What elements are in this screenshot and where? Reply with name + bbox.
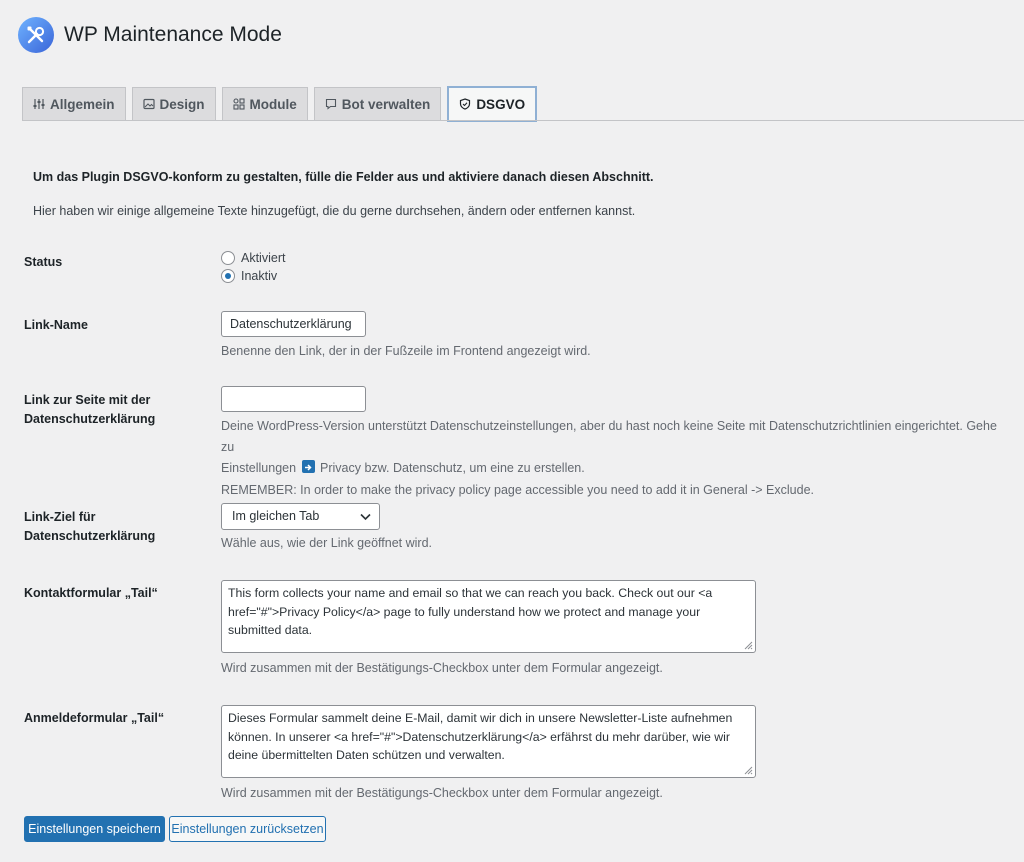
resize-handle-icon[interactable] [743,765,753,775]
save-settings-button[interactable]: Einstellungen speichern [24,816,165,842]
radio-inaktiv[interactable] [221,269,235,283]
radio-label: Inaktiv [241,269,278,283]
tools-icon [27,26,45,44]
tab-allgemein[interactable]: Allgemein [22,87,126,121]
link-page-label: Link zur Seite mit der Datenschutzerklär… [24,391,155,429]
link-page-description: Deine WordPress-Version unterstützt Date… [221,416,1011,501]
link-name-label: Link-Name [24,318,88,332]
link-target-label: Link-Ziel für Datenschutzerklärung [24,508,155,546]
modules-icon [232,98,245,110]
tab-bot-verwalten[interactable]: Bot verwalten [313,87,442,121]
textarea-line: This form collects your name and email s… [228,586,713,600]
signup-tail-description: Wird zusammen mit der Bestätigungs-Check… [221,786,663,800]
status-option-inaktiv[interactable]: Inaktiv [221,269,277,283]
status-label: Status [24,255,63,269]
label-line: Datenschutzerklärung [24,529,156,543]
arrow-right-icon [301,460,315,473]
label-line: Datenschutzerklärung [24,412,156,426]
contact-tail-description: Wird zusammen mit der Bestätigungs-Check… [221,661,663,675]
page-title: WP Maintenance Mode [64,23,282,46]
remember-note: REMEMBER: In order to make the privacy p… [221,483,815,497]
intro-text: Hier haben wir einige allgemeine Texte h… [33,204,636,218]
logo [18,17,54,53]
settings-link-text[interactable]: Einstellungen [221,461,296,475]
link-name-description: Benenne den Link, der in der Fußzeile im… [221,344,591,358]
signup-tail-label: Anmeldeformular „Tail“ [24,711,165,725]
link-page-input[interactable] [221,386,366,412]
resize-handle-icon[interactable] [743,640,753,650]
label-line: Link-Ziel für [24,510,96,524]
reset-settings-button[interactable]: Einstellungen zurücksetzen [169,816,326,842]
link-name-input[interactable]: Datenschutzerklärung [221,311,366,337]
contact-tail-label: Kontaktformular „Tail“ [24,586,158,600]
app-header: WP Maintenance Mode [18,16,282,54]
tab-divider [22,120,1024,121]
chevron-down-icon [360,513,371,521]
intro-heading: Um das Plugin DSGVO-konform zu gestalten… [33,170,654,184]
select-value: Im gleichen Tab [232,509,320,523]
desc-line: Deine WordPress-Version unterstützt Date… [221,419,997,454]
radio-label: Aktiviert [241,251,286,265]
tab-label: Module [249,96,297,112]
tab-label: Allgemein [50,96,115,112]
label-line: Link zur Seite mit der [24,393,151,407]
tab-label: DSGVO [476,96,526,112]
tab-design[interactable]: Design [131,87,216,121]
link-target-description: Wähle aus, wie der Link geöffnet wird. [221,536,432,550]
link-target-select[interactable]: Im gleichen Tab [221,503,380,530]
signup-tail-textarea[interactable]: Dieses Formular sammelt deine E-Mail, da… [221,705,756,778]
radio-aktiviert[interactable] [221,251,235,265]
sliders-icon [33,99,45,109]
tab-module[interactable]: Module [221,87,308,121]
textarea-line: deine übermittelten Daten schützen und v… [228,748,505,762]
textarea-line: Dieses Formular sammelt deine E-Mail, da… [228,711,733,725]
status-option-aktiviert[interactable]: Aktiviert [221,251,285,265]
textarea-line: können. In unserer <a href="#">Datenschu… [228,729,730,744]
tab-dsgvo[interactable]: DSGVO [447,86,538,122]
tab-label: Bot verwalten [341,96,431,112]
shield-icon [460,98,471,110]
tab-bar: Allgemein Design Module Bot verwalten DS… [22,86,538,122]
contact-tail-textarea[interactable]: This form collects your name and email s… [221,580,756,653]
tab-label: Design [159,96,205,112]
chat-icon [325,98,336,110]
privacy-link-text: Privacy bzw. Datenschutz, um eine zu ers… [320,461,585,475]
desc-line-2: Einstellungen Privacy bzw. Datenschutz, … [221,458,1011,479]
textarea-line: href="#">Privacy Policy</a> page to full… [228,604,701,619]
image-icon [142,98,155,110]
textarea-line: submitted data. [228,623,313,637]
